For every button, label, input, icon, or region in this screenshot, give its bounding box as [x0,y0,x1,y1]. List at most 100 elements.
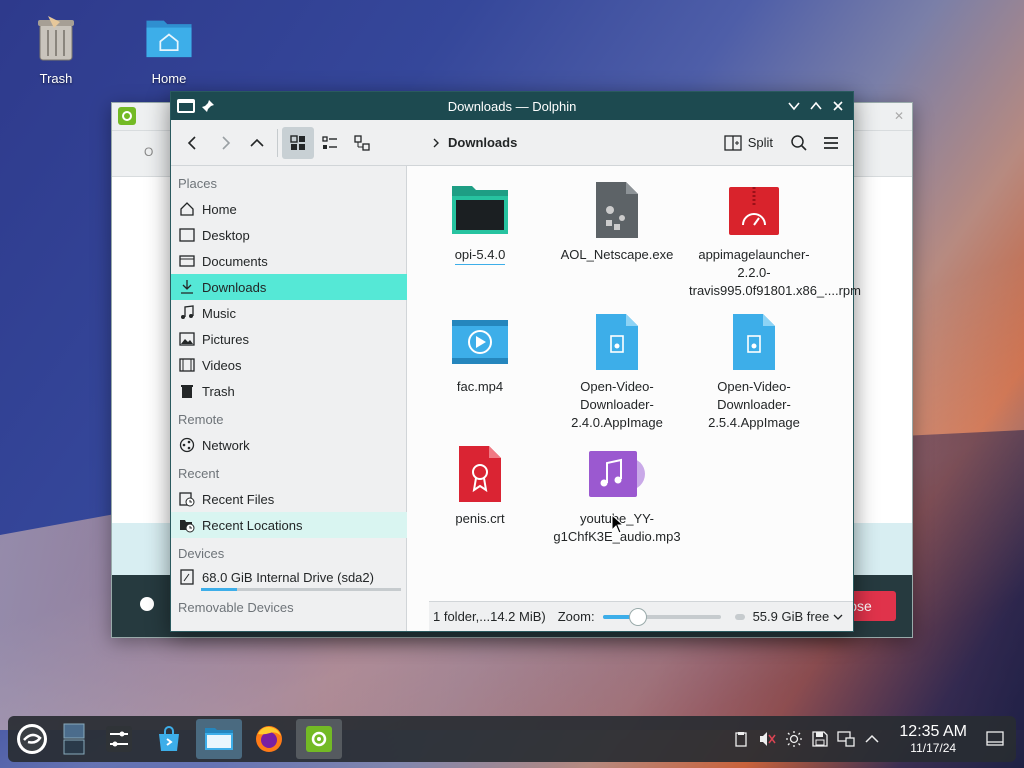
digital-clock[interactable]: 12:35 AM 11/17/24 [899,723,967,755]
archive-icon [722,178,786,242]
dolphin-folder-icon [205,728,233,750]
file-view[interactable]: opi-5.4.0 AOL_Netscape.exe appimagelaunc… [407,166,861,631]
taskbar-opensuse-app[interactable] [296,719,342,759]
sidebar-item-trash[interactable]: Trash [171,378,407,404]
breadcrumb-current[interactable]: Downloads [448,135,517,150]
split-view-icon [724,134,742,151]
sidebar-item-recent-locations[interactable]: Recent Locations [171,512,407,538]
drive-usage-fill [201,588,237,591]
videos-icon [178,356,196,374]
video-file-icon [448,310,512,374]
application-launcher[interactable] [12,719,52,759]
zoom-slider-handle[interactable] [628,607,647,626]
breadcrumb[interactable]: Downloads [430,135,517,150]
icons-view-button[interactable] [282,126,314,159]
sidebar-item-label: Home [202,201,237,217]
forward-arrow-icon [222,135,231,150]
sidebar-item-label: Downloads [202,279,267,295]
clock-time: 12:35 AM [899,723,967,740]
dolphin-window[interactable]: Downloads — Dolphin Downloads Split Plac… [170,91,861,632]
compact-view-button[interactable] [314,127,346,159]
sidebar-item-videos[interactable]: Videos [171,352,407,378]
file-item-cert[interactable]: penis.crt [415,442,545,528]
sidebar-item-label: Trash [202,383,235,399]
sidebar-item-pictures[interactable]: Pictures [171,326,407,352]
sidebar-item-documents[interactable]: Documents [171,248,407,274]
sidebar-item-downloads[interactable]: Downloads [171,274,407,300]
sidebar-item-label: Music [202,305,236,321]
music-icon [178,304,196,322]
file-item-video[interactable]: fac.mp4 [415,310,545,396]
clipboard-icon[interactable] [733,731,749,747]
search-icon [791,134,807,151]
file-name: appimagelauncher-2.2.0-travis995.0f91801… [689,247,861,298]
file-item-appimage-1[interactable]: Open-Video-Downloader-2.4.0.AppImage [552,310,682,432]
recent-locations-icon [178,516,196,534]
places-panel: Places Home Desktop Documents Downloads … [171,166,426,631]
forward-button[interactable] [209,127,241,159]
brightness-icon[interactable] [785,730,803,748]
free-space-bar [734,613,745,620]
documents-icon [178,252,196,270]
pin-icon[interactable] [197,95,219,117]
back-arrow-icon [187,135,196,150]
home-folder-icon [146,20,192,58]
virtual-desktop-icon [63,723,85,755]
pager[interactable] [56,719,92,759]
menu-button[interactable] [815,127,847,159]
audio-file-icon [585,442,649,506]
close-icon[interactable] [827,95,849,117]
sidebar-item-desktop[interactable]: Desktop [171,222,407,248]
toolbar-separator [277,128,278,157]
certificate-icon [448,442,512,506]
search-button[interactable] [783,127,815,159]
background-close-icon[interactable]: ✕ [894,109,904,123]
save-disk-icon[interactable] [812,731,829,747]
taskbar-discover[interactable] [146,719,192,759]
firefox-icon [256,726,282,752]
opensuse-app-icon [306,726,332,752]
sidebar-item-network[interactable]: Network [171,432,407,458]
trash-icon [178,382,196,400]
window-titlebar[interactable]: Downloads — Dolphin [171,92,853,120]
split-button[interactable]: Split [724,134,773,152]
sidebar-item-label: Pictures [202,331,249,347]
file-item-exe[interactable]: AOL_Netscape.exe [552,178,682,264]
sidebar-item-music[interactable]: Music [171,300,407,326]
taskbar-dolphin[interactable] [196,719,242,759]
desktop-home[interactable]: Home [124,12,214,86]
volume-muted-icon[interactable] [758,731,776,747]
network-wired-icon[interactable] [837,731,856,747]
maximize-icon[interactable] [805,95,827,117]
sidebar-item-home[interactable]: Home [171,196,407,222]
background-tab-fragment: O [144,145,154,159]
desktop-trash[interactable]: Trash [11,12,101,86]
back-button[interactable] [177,127,209,159]
file-item-appimage-2[interactable]: Open-Video-Downloader-2.5.4.AppImage [689,310,819,432]
dolphin-app-icon[interactable] [175,95,197,117]
trash-bin-icon [38,16,74,61]
free-space-label[interactable]: 55.9 GiB free [753,609,830,624]
show-desktop-icon[interactable] [986,731,1004,747]
removable-section-header: Removable Devices [178,600,294,615]
taskbar-firefox[interactable] [246,719,292,759]
chevron-up-icon[interactable] [864,731,880,747]
sidebar-item-recent-files[interactable]: Recent Files [171,486,407,512]
chevron-down-icon[interactable] [833,612,843,622]
sidebar-item-internal-drive[interactable]: 68.0 GiB Internal Drive (sda2) [171,566,407,588]
sidebar-item-label: Network [202,437,250,453]
up-button[interactable] [241,127,273,159]
background-footer-icon [140,597,154,611]
zoom-label: Zoom: [557,609,595,624]
minimize-icon[interactable] [783,95,805,117]
zoom-slider[interactable] [602,607,721,626]
store-bag-icon [159,726,179,751]
file-name: AOL_Netscape.exe [560,247,674,262]
system-tray: 12:35 AM 11/17/24 [733,723,1012,755]
file-name: penis.crt [455,511,505,526]
file-item-folder[interactable]: opi-5.4.0 [415,178,545,265]
file-name: Open-Video-Downloader-2.5.4.AppImage [708,379,800,430]
details-view-button[interactable] [346,127,378,159]
taskbar-system-settings[interactable] [96,719,142,759]
file-item-rpm[interactable]: appimagelauncher-2.2.0-travis995.0f91801… [689,178,861,300]
